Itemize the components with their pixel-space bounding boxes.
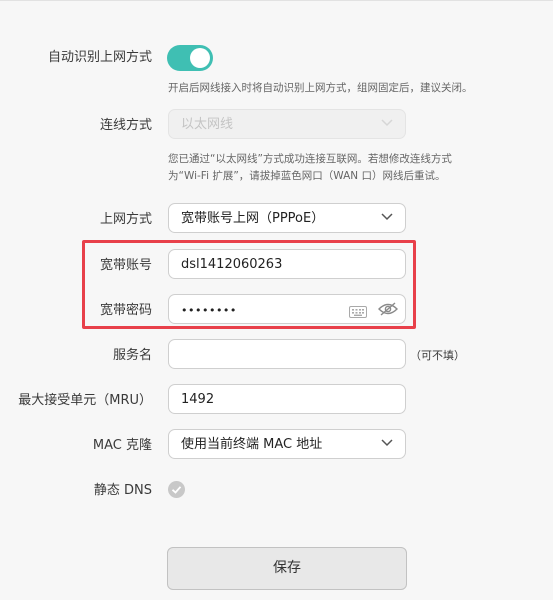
service-name-input[interactable] — [168, 339, 406, 369]
keyboard-icon[interactable] — [349, 303, 367, 322]
mru-label: 最大接受单元（MRU） — [18, 393, 152, 408]
auto-detect-hint: 开启后网线接入时将自动识别上网方式，组网固定后，建议关闭。 — [168, 82, 473, 94]
broadband-password-input[interactable]: •••••••• — [168, 294, 406, 324]
chevron-down-icon — [381, 119, 393, 129]
broadband-password-value: •••••••• — [181, 304, 237, 317]
auto-detect-label: 自动识别上网方式 — [47, 50, 152, 65]
mac-clone-value: 使用当前终端 MAC 地址 — [181, 437, 323, 452]
broadband-account-value: dsl1412060263 — [181, 257, 283, 272]
save-button[interactable]: 保存 — [167, 547, 407, 590]
broadband-password-label: 宽带密码 — [99, 303, 152, 318]
chevron-down-icon — [381, 439, 393, 449]
static-dns-checkbox[interactable] — [168, 481, 185, 498]
connection-type-hint-2: 为“Wi-Fi 扩展”，请拔掉蓝色网口（WAN 口）网线后重试。 — [168, 170, 446, 182]
internet-mode-value: 宽带账号上网（PPPoE） — [181, 211, 325, 226]
mac-clone-select[interactable]: 使用当前终端 MAC 地址 — [168, 429, 406, 459]
eye-icon[interactable] — [378, 301, 398, 321]
mru-value: 1492 — [181, 392, 215, 407]
mru-input[interactable]: 1492 — [168, 384, 406, 414]
toggle-knob — [190, 48, 210, 68]
internet-mode-select[interactable]: 宽带账号上网（PPPoE） — [168, 203, 406, 233]
mac-clone-label: MAC 克隆 — [92, 438, 152, 453]
internet-mode-label: 上网方式 — [99, 212, 152, 227]
top-divider — [0, 0, 553, 1]
connection-type-select: 以太网线 — [168, 109, 406, 139]
service-name-label: 服务名 — [112, 348, 152, 363]
static-dns-label: 静态 DNS — [93, 483, 152, 498]
broadband-account-label: 宽带账号 — [99, 258, 152, 273]
broadband-account-input[interactable]: dsl1412060263 — [168, 249, 406, 279]
connection-type-value: 以太网线 — [181, 117, 234, 132]
connection-type-label: 连线方式 — [99, 118, 152, 133]
connection-type-hint-1: 您已通过“以太网线”方式成功连接互联网。若想修改连线方式 — [168, 153, 452, 165]
chevron-down-icon — [381, 213, 393, 223]
auto-detect-toggle[interactable] — [167, 45, 213, 71]
check-icon — [171, 486, 182, 494]
service-name-note: （可不填） — [410, 349, 465, 362]
